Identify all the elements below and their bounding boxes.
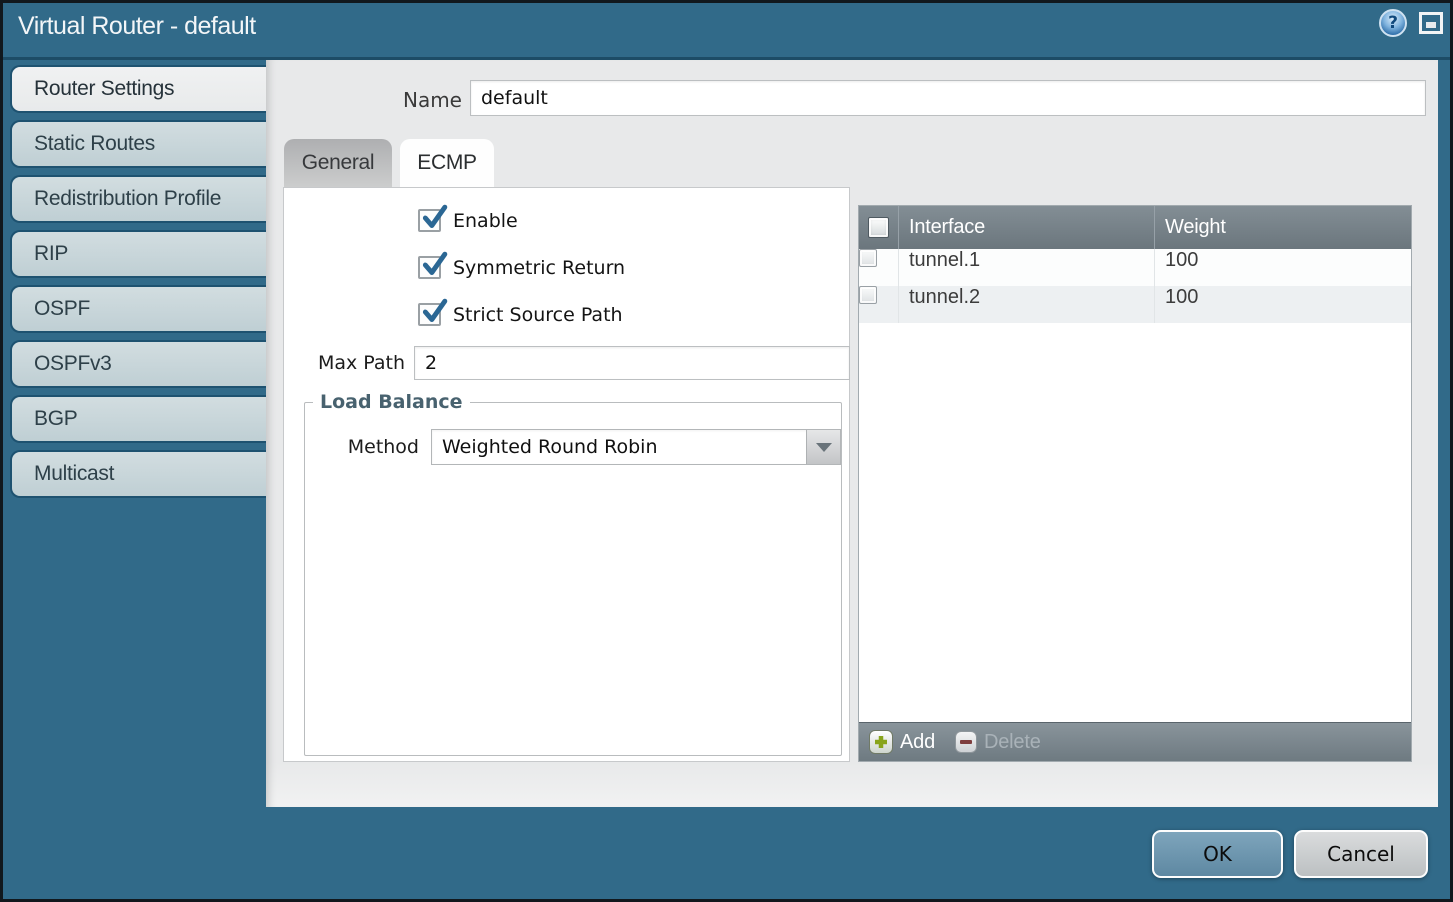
ok-label: OK [1203, 842, 1232, 866]
strict-source-path-label: Strict Source Path [453, 304, 623, 326]
sidebar-item-label: OSPF [34, 297, 90, 321]
table-row[interactable]: tunnel.2 100 [859, 286, 1411, 323]
tab-general[interactable]: General [284, 139, 392, 187]
minus-icon [955, 731, 977, 753]
sidebar-item-static-routes[interactable]: Static Routes [10, 120, 266, 168]
row-check-cell [859, 286, 899, 323]
sidebar-item-label: RIP [34, 242, 68, 266]
name-label: Name [266, 82, 462, 118]
sidebar-item-label: Static Routes [34, 132, 155, 156]
load-balance-legend: Load Balance [313, 391, 470, 413]
method-selected-value: Weighted Round Robin [432, 436, 806, 458]
cell-weight: 100 [1155, 249, 1411, 286]
sidebar-item-label: Router Settings [34, 77, 174, 101]
delete-button[interactable]: Delete [955, 731, 1041, 754]
sidebar-item-multicast[interactable]: Multicast [10, 450, 266, 498]
row-checkbox[interactable] [859, 286, 877, 304]
sidebar: Router Settings Static Routes Redistribu… [10, 65, 266, 505]
symmetric-return-row: Symmetric Return [418, 256, 625, 279]
method-label: Method [305, 429, 419, 465]
checkmark-icon [421, 252, 447, 278]
popout-icon[interactable] [1419, 12, 1443, 34]
table-toolbar: Add Delete [859, 722, 1411, 761]
sidebar-item-label: BGP [34, 407, 77, 431]
cell-interface: tunnel.1 [899, 249, 1155, 286]
chevron-down-icon[interactable] [806, 430, 840, 464]
ok-button[interactable]: OK [1152, 830, 1283, 878]
interface-table: Interface Weight tunnel.1 100 tunnel.2 1… [858, 205, 1412, 762]
tab-label: ECMP [417, 151, 476, 175]
checkmark-icon [421, 205, 447, 231]
enable-checkbox[interactable] [418, 209, 441, 232]
ecmp-tab-panel: Enable Symmetric Return Strict Source Pa… [283, 187, 850, 762]
load-balance-fieldset: Load Balance Method Weighted Round Robin [304, 402, 842, 756]
column-header-weight: Weight [1155, 206, 1411, 249]
sidebar-item-router-settings[interactable]: Router Settings [10, 65, 266, 113]
cell-interface: tunnel.2 [899, 286, 1155, 323]
symmetric-return-label: Symmetric Return [453, 257, 625, 279]
row-checkbox[interactable] [859, 249, 877, 267]
table-row[interactable]: tunnel.1 100 [859, 249, 1411, 286]
method-select[interactable]: Weighted Round Robin [431, 429, 841, 465]
window-title: Virtual Router - default [18, 12, 256, 41]
plus-icon [869, 730, 893, 754]
table-header: Interface Weight [859, 206, 1411, 249]
name-input[interactable] [470, 80, 1426, 116]
content-panel: Name General ECMP Enable Symmetric Retur… [266, 60, 1438, 807]
sidebar-item-ospf[interactable]: OSPF [10, 285, 266, 333]
sidebar-item-label: Multicast [34, 462, 114, 486]
cell-weight: 100 [1155, 286, 1411, 323]
strict-source-path-row: Strict Source Path [418, 303, 623, 326]
titlebar: Virtual Router - default ? [0, 0, 1453, 60]
help-icon[interactable]: ? [1379, 9, 1407, 37]
header-check-cell [859, 206, 899, 249]
cancel-label: Cancel [1327, 842, 1395, 866]
sidebar-item-bgp[interactable]: BGP [10, 395, 266, 443]
sidebar-item-rip[interactable]: RIP [10, 230, 266, 278]
add-label: Add [900, 731, 935, 754]
symmetric-return-checkbox[interactable] [418, 256, 441, 279]
tab-ecmp[interactable]: ECMP [400, 139, 494, 187]
sidebar-item-ospfv3[interactable]: OSPFv3 [10, 340, 266, 388]
column-header-interface: Interface [899, 206, 1155, 249]
add-button[interactable]: Add [869, 730, 935, 754]
sidebar-item-label: Redistribution Profile [34, 187, 221, 211]
checkmark-icon [421, 299, 447, 325]
tab-label: General [302, 151, 375, 175]
enable-row: Enable [418, 209, 518, 232]
sidebar-item-label: OSPFv3 [34, 352, 112, 376]
row-check-cell [859, 249, 899, 286]
max-path-input[interactable] [414, 346, 850, 380]
max-path-label: Max Path [284, 345, 405, 381]
sidebar-item-redistribution-profile[interactable]: Redistribution Profile [10, 175, 266, 223]
delete-label: Delete [984, 731, 1041, 754]
enable-label: Enable [453, 210, 518, 232]
select-all-checkbox[interactable] [868, 217, 889, 238]
cancel-button[interactable]: Cancel [1294, 830, 1428, 878]
strict-source-path-checkbox[interactable] [418, 303, 441, 326]
